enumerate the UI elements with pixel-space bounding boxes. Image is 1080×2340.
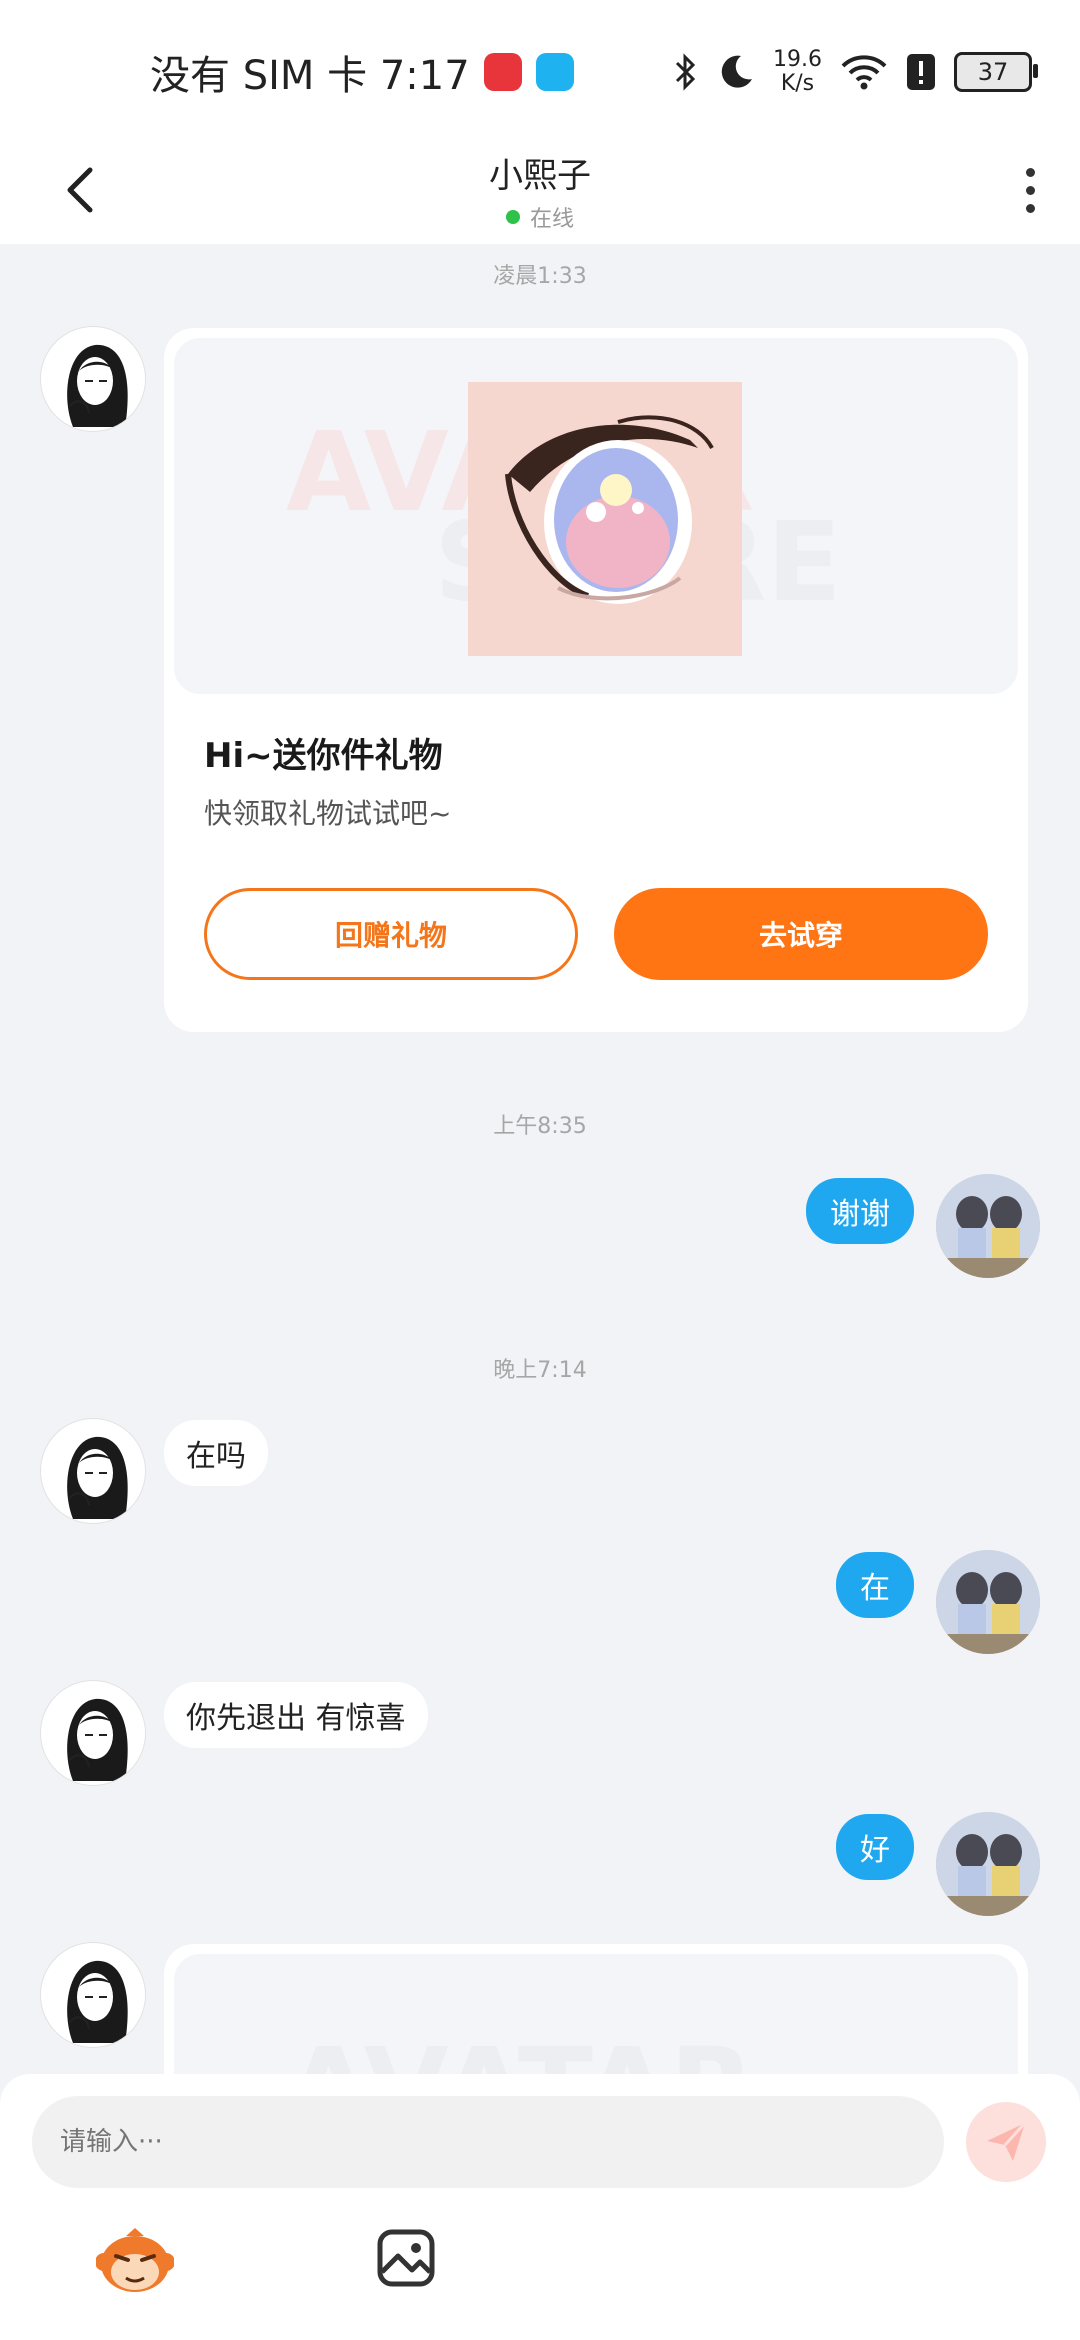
gift-subtitle: 快领取礼物试试吧~ [204,797,452,830]
online-status: 在线 [0,201,1080,233]
battery-level: 37 [977,58,1009,86]
girl-avatar-icon [67,344,128,427]
send-button[interactable] [966,2102,1046,2182]
more-dot-icon [1025,185,1035,195]
timestamp: 上午8:35 [493,1114,587,1139]
battery-indicator: 37 [954,52,1038,92]
status-left: 没有 SIM 卡 7:17 [150,44,574,100]
app-notification-icon [483,53,522,91]
message-input[interactable] [32,2096,944,2188]
return-gift-button[interactable]: 回赠礼物 [204,888,578,980]
gift-title: Hi~送你件礼物 [204,736,443,776]
alert-icon [907,54,935,90]
image-picker-button[interactable] [376,2228,436,2288]
avatar[interactable] [40,1418,146,1524]
status-right: 19.6 K/s 37 [673,44,1038,100]
gift-card: AVATAR STORE Hi~送你件礼物 快领取礼物试试吧~ 回赠礼物 去试穿 [164,328,1028,1032]
gift-image[interactable] [468,382,742,656]
girl-avatar-icon [67,1436,128,1519]
moon-icon [721,55,753,88]
speed-value: 19.6 [773,47,822,72]
input-panel [0,2074,1080,2340]
more-dot-icon [1025,167,1035,177]
girl-avatar-icon [67,1960,128,2043]
title-wrap: 小熙子 在线 [0,148,1080,233]
anime-eye-icon [468,382,742,656]
monkey-mascot-icon [95,2228,175,2292]
status-bar: 没有 SIM 卡 7:17 19.6 K/s 37 [0,0,1080,140]
message-bubble-outgoing[interactable]: 好 [836,1814,914,1880]
avatar-shop-button[interactable] [95,2228,175,2294]
gift-preview: AVATAR STORE [174,338,1018,694]
image-icon [377,2229,435,2287]
more-dot-icon [1025,203,1035,213]
try-on-button[interactable]: 去试穿 [614,888,988,980]
avatar[interactable] [40,1680,146,1786]
timestamp: 凌晨1:33 [493,264,587,289]
avatar[interactable] [936,1550,1040,1654]
my-avatar-icon [936,1812,1040,1916]
speed-unit: K/s [780,71,815,96]
avatar[interactable] [936,1812,1040,1916]
online-label: 在线 [529,207,574,232]
message-bubble-incoming[interactable]: 在吗 [164,1420,268,1486]
cloud-notification-icon [535,53,574,91]
avatar[interactable] [936,1174,1040,1278]
network-speed: 19.6 K/s [773,48,822,96]
my-avatar-icon [936,1174,1040,1278]
chat-header: 小熙子 在线 [0,140,1080,244]
online-dot-icon [505,210,520,224]
more-options-button[interactable] [1010,158,1050,222]
carrier-time: 没有 SIM 卡 7:17 [150,53,470,99]
message-bubble-outgoing[interactable]: 谢谢 [806,1178,914,1244]
my-avatar-icon [936,1550,1040,1654]
avatar[interactable] [40,1942,146,2048]
message-bubble-outgoing[interactable]: 在 [836,1552,914,1618]
message-bubble-incoming[interactable]: 你先退出 有惊喜 [164,1682,428,1748]
page-title: 小熙子 [489,156,591,196]
avatar[interactable] [40,326,146,432]
girl-avatar-icon [67,1698,128,1781]
wifi-icon [841,55,887,90]
send-icon [987,2121,1027,2161]
timestamp: 晚上7:14 [493,1358,587,1383]
bluetooth-icon [675,53,696,91]
